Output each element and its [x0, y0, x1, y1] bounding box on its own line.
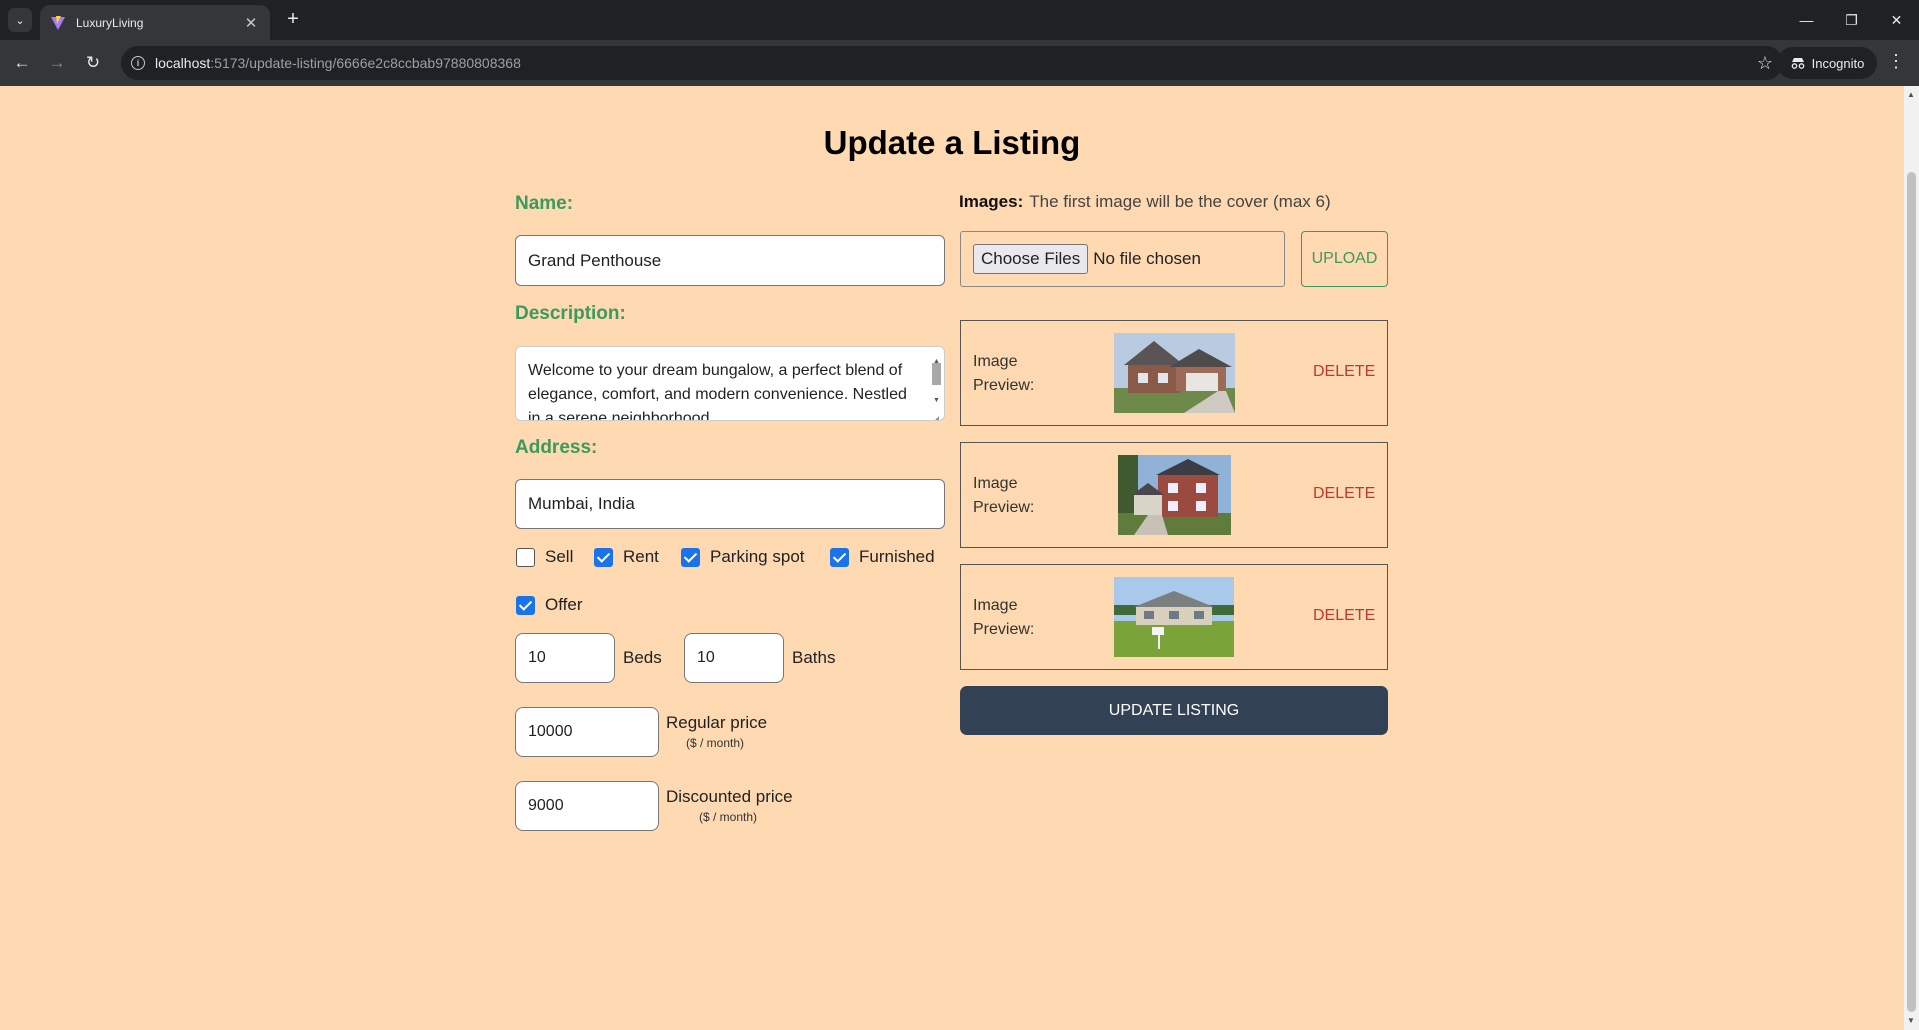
baths-label: Baths — [792, 648, 836, 667]
baths-input[interactable]: 10 — [684, 633, 784, 683]
image-preview-card: Image Preview: DELETE — [960, 320, 1388, 426]
browser-menu-icon[interactable]: ⋮ — [1887, 52, 1905, 70]
tab-title: LuxuryLiving — [76, 15, 144, 30]
delete-image-button[interactable]: DELETE — [1313, 363, 1375, 381]
file-input[interactable]: Choose Files No file chosen — [960, 231, 1285, 287]
new-tab-icon[interactable]: + — [282, 9, 304, 31]
browser-tab[interactable]: LuxuryLiving ✕ — [40, 5, 270, 40]
incognito-label: Incognito — [1811, 55, 1865, 71]
offer-label: Offer — [545, 595, 583, 614]
page-scrollbar[interactable]: ▲ ▼ — [1904, 86, 1919, 1030]
parking-checkbox[interactable] — [681, 547, 700, 567]
sell-checkbox-row[interactable]: Sell — [516, 547, 573, 567]
page-content: Update a Listing Name: Grand Penthouse D… — [0, 86, 1904, 1030]
delete-image-button[interactable]: DELETE — [1313, 485, 1375, 503]
regular-price-input[interactable]: 10000 — [515, 707, 659, 757]
house-thumbnail-1 — [1114, 333, 1235, 413]
update-listing-button[interactable]: UPDATE LISTING — [960, 686, 1388, 735]
scroll-down-icon[interactable]: ▼ — [1907, 1016, 1915, 1025]
description-text: Welcome to your dream bungalow, a perfec… — [528, 362, 907, 421]
url-text[interactable]: localhost:5173/update-listing/6666e2c8cc… — [155, 55, 1783, 71]
beds-input[interactable]: 10 — [515, 633, 615, 683]
minimize-icon[interactable]: — — [1784, 0, 1829, 40]
restore-icon[interactable]: ❐ — [1829, 0, 1874, 40]
discounted-price-input[interactable]: 9000 — [515, 781, 659, 831]
images-hint: The first image will be the cover (max 6… — [1029, 192, 1331, 211]
name-label: Name: — [515, 193, 574, 214]
textarea-scrollbar[interactable]: ▲ ▼ ◢ — [930, 349, 942, 420]
no-file-text: No file chosen — [1093, 249, 1201, 268]
incognito-badge[interactable]: Incognito — [1777, 47, 1877, 79]
rent-checkbox-row[interactable]: Rent — [594, 547, 659, 567]
regular-price-unit: ($ / month) — [686, 736, 745, 750]
image-preview-label: Image Preview: — [973, 475, 1035, 516]
description-textarea[interactable]: Welcome to your dream bungalow, a perfec… — [515, 346, 945, 421]
description-label: Description: — [515, 303, 626, 324]
site-info-icon[interactable]: i — [121, 46, 155, 80]
forward-icon[interactable]: → — [44, 50, 70, 76]
images-label: Images: — [959, 192, 1024, 211]
address-label: Address: — [515, 437, 598, 458]
images-heading: Images: The first image will be the cover… — [959, 192, 1331, 212]
reload-icon[interactable]: ↻ — [80, 50, 106, 76]
sell-checkbox[interactable] — [516, 547, 535, 567]
address-input[interactable]: Mumbai, India — [515, 479, 945, 529]
incognito-icon — [1791, 58, 1804, 69]
offer-checkbox[interactable] — [516, 595, 535, 615]
browser-tabstrip: ⌄ LuxuryLiving ✕ + — ❐ ✕ — [0, 0, 1919, 40]
scroll-thumb[interactable] — [1907, 172, 1916, 1012]
rent-checkbox[interactable] — [594, 547, 613, 567]
beds-label: Beds — [623, 648, 662, 667]
tab-close-icon[interactable]: ✕ — [242, 14, 260, 32]
name-input[interactable]: Grand Penthouse — [515, 235, 945, 286]
bookmark-star-icon[interactable]: ☆ — [1757, 53, 1773, 74]
regular-price-label: Regular price — [666, 713, 768, 732]
image-preview-card: Image Preview: DELETE — [960, 564, 1388, 670]
parking-label: Parking spot — [710, 547, 805, 566]
sell-label: Sell — [545, 547, 574, 566]
browser-toolbar: ← → ↻ i localhost:5173/update-listing/66… — [0, 40, 1919, 86]
resize-grip-icon[interactable]: ◢ — [932, 407, 939, 420]
vite-favicon-icon — [51, 15, 65, 30]
image-preview-label: Image Preview: — [973, 353, 1035, 394]
upload-button[interactable]: UPLOAD — [1301, 231, 1388, 287]
window-close-icon[interactable]: ✕ — [1874, 0, 1919, 40]
image-preview-card: Image Preview: DELETE — [960, 442, 1388, 548]
tab-search-chevron-icon[interactable]: ⌄ — [8, 8, 32, 32]
furnished-label: Furnished — [859, 547, 935, 566]
parking-checkbox-row[interactable]: Parking spot — [681, 547, 805, 567]
discounted-price-unit: ($ / month) — [699, 810, 758, 824]
furnished-checkbox[interactable] — [830, 547, 849, 567]
delete-image-button[interactable]: DELETE — [1313, 607, 1375, 625]
house-thumbnail-2 — [1118, 455, 1231, 535]
scroll-up-icon[interactable]: ▲ — [1907, 90, 1915, 99]
rent-label: Rent — [623, 547, 659, 566]
choose-files-button[interactable]: Choose Files — [973, 244, 1089, 274]
furnished-checkbox-row[interactable]: Furnished — [830, 547, 935, 567]
page-title: Update a Listing — [823, 124, 1081, 161]
back-icon[interactable]: ← — [9, 50, 35, 76]
house-thumbnail-3 — [1114, 577, 1234, 657]
address-bar[interactable]: i localhost:5173/update-listing/6666e2c8… — [121, 46, 1783, 80]
offer-checkbox-row[interactable]: Offer — [516, 595, 582, 615]
image-preview-label: Image Preview: — [973, 597, 1035, 638]
discounted-price-label: Discounted price — [666, 787, 793, 806]
